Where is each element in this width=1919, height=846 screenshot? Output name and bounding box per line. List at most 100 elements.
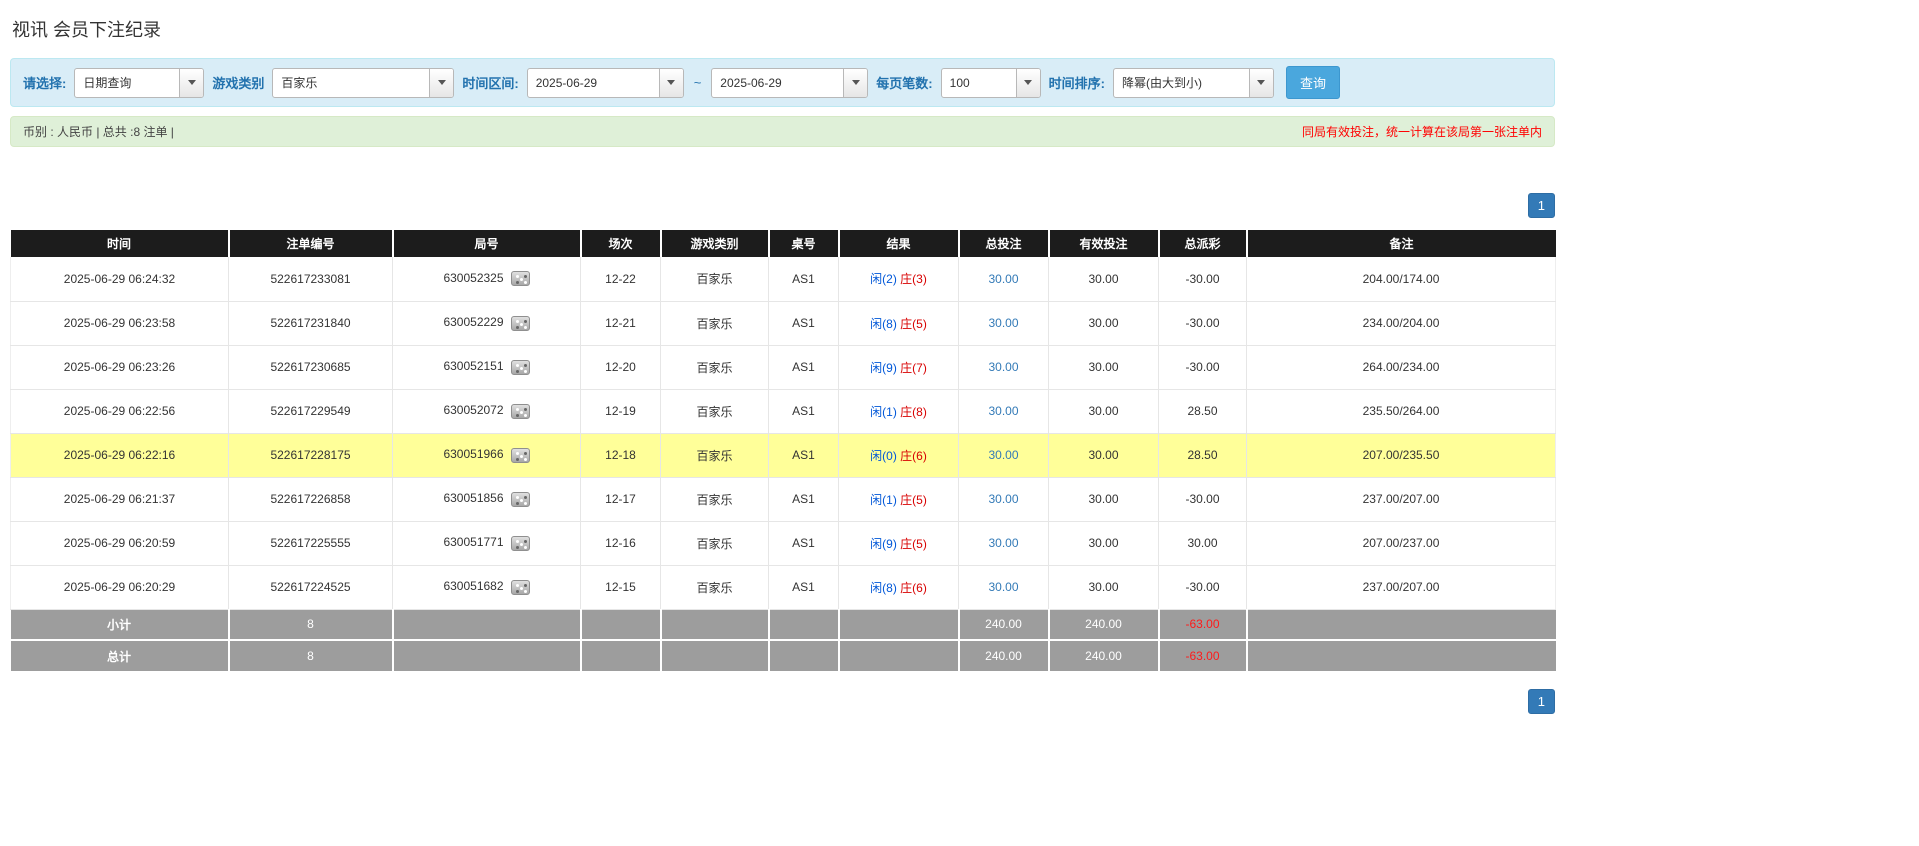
cell-valid-bet: 30.00	[1048, 389, 1159, 434]
cell-time: 2025-06-29 06:22:56	[10, 389, 229, 434]
cell-payout: -30.00	[1158, 565, 1247, 610]
date-from-select[interactable]: 2025-06-29	[526, 67, 684, 98]
cell-round-no: 630051682	[392, 565, 581, 610]
dice-icon[interactable]	[510, 271, 530, 287]
date-to-value: 2025-06-29	[720, 75, 782, 90]
cell-game-type: 百家乐	[660, 345, 769, 390]
sort-label: 时间排序:	[1048, 76, 1105, 91]
cell-payout: -30.00	[1158, 301, 1247, 346]
table-row: 2025-06-29 06:20:29 522617224525 6300516…	[10, 565, 1556, 610]
cell-valid-bet: 30.00	[1048, 477, 1159, 522]
cell-table-no: AS1	[768, 389, 839, 434]
col-header-total-bet: 总投注	[957, 230, 1049, 257]
date-to-select[interactable]: 2025-06-29	[711, 67, 869, 98]
grand-total-valid-bet: 240.00	[1047, 639, 1159, 671]
subtotal-label: 小计	[10, 609, 229, 640]
cell-result: 闲(1) 庄(8)	[838, 389, 959, 434]
cell-bet-no: 522617226858	[228, 477, 393, 522]
result-player: 闲(0)	[870, 448, 897, 463]
total-bet-link[interactable]: 30.00	[988, 360, 1018, 374]
total-bet-link[interactable]: 30.00	[988, 536, 1018, 550]
cell-payout: -30.00	[1158, 257, 1247, 302]
cell-valid-bet: 30.00	[1048, 301, 1159, 346]
table-row: 2025-06-29 06:21:37 522617226858 6300518…	[10, 477, 1556, 522]
page-button-1[interactable]: 1	[1527, 689, 1555, 714]
grand-total-row: 总计 8 240.00 240.00 -63.00	[10, 639, 1556, 671]
query-type-select[interactable]: 日期查询	[74, 67, 205, 98]
total-bet-link[interactable]: 30.00	[988, 316, 1018, 330]
page-size-value: 100	[949, 75, 970, 90]
query-type-value: 日期查询	[83, 76, 132, 90]
round-no-value: 630051771	[443, 535, 504, 550]
grand-total-count: 8	[227, 639, 393, 671]
search-button[interactable]: 查询	[1285, 66, 1340, 99]
cell-time: 2025-06-29 06:21:37	[10, 477, 229, 522]
col-header-table-no: 桌号	[767, 230, 839, 257]
cell-table-no: AS1	[768, 521, 839, 566]
bet-records-table: 时间 注单编号 局号 场次 游戏类别 桌号 结果 总投注 有效投注 总派彩 备注…	[10, 230, 1556, 671]
round-no-value: 630051856	[443, 491, 504, 506]
page-button-1[interactable]: 1	[1527, 193, 1555, 218]
sort-select[interactable]: 降幂(由大到小)	[1112, 67, 1274, 98]
dice-icon[interactable]	[510, 403, 530, 419]
col-header-payout: 总派彩	[1157, 230, 1247, 257]
cell-time: 2025-06-29 06:23:58	[10, 301, 229, 346]
caret-down-icon[interactable]	[658, 68, 683, 97]
caret-down-icon[interactable]	[179, 68, 204, 97]
subtotal-total-bet: 240.00	[957, 609, 1049, 640]
cell-payout: 30.00	[1158, 521, 1247, 566]
cell-valid-bet: 30.00	[1048, 565, 1159, 610]
total-bet-link[interactable]: 30.00	[988, 492, 1018, 506]
dice-icon[interactable]	[510, 579, 530, 595]
cell-total-bet: 30.00	[958, 257, 1049, 302]
result-banker: 庄(5)	[900, 536, 927, 551]
cell-time: 2025-06-29 06:20:29	[10, 565, 229, 610]
total-bet-link[interactable]: 30.00	[988, 404, 1018, 418]
result-player: 闲(2)	[870, 272, 897, 287]
caret-down-icon[interactable]	[1015, 68, 1040, 97]
caret-down-icon[interactable]	[843, 68, 868, 97]
cell-round-no: 630051771	[392, 521, 581, 566]
caret-down-icon[interactable]	[429, 68, 454, 97]
total-bet-link[interactable]: 30.00	[988, 272, 1018, 286]
cell-remark: 207.00/235.50	[1246, 433, 1556, 478]
round-no-value: 630051682	[443, 579, 504, 594]
game-type-select[interactable]: 百家乐	[272, 67, 455, 98]
result-banker: 庄(5)	[900, 492, 927, 507]
dice-icon[interactable]	[510, 535, 530, 551]
cell-time: 2025-06-29 06:23:26	[10, 345, 229, 390]
dice-icon[interactable]	[510, 359, 530, 375]
total-bet-link[interactable]: 30.00	[988, 448, 1018, 462]
cell-total-bet: 30.00	[958, 477, 1049, 522]
dice-icon[interactable]	[510, 491, 530, 507]
cell-round-no: 630051856	[392, 477, 581, 522]
cell-total-bet: 30.00	[958, 389, 1049, 434]
cell-game-type: 百家乐	[660, 477, 769, 522]
dice-icon[interactable]	[510, 447, 530, 463]
filter-bar: 请选择: 日期查询 游戏类别 百家乐 时间区间: 2025-06-29 ~ 20…	[10, 58, 1555, 107]
page-size-select[interactable]: 100	[940, 67, 1041, 98]
cell-payout: 28.50	[1158, 433, 1247, 478]
result-banker: 庄(6)	[900, 448, 927, 463]
game-type-label: 游戏类别	[212, 76, 265, 91]
result-player: 闲(8)	[870, 580, 897, 595]
total-bet-link[interactable]: 30.00	[988, 580, 1018, 594]
dice-icon[interactable]	[510, 315, 530, 331]
cell-bet-no: 522617233081	[228, 257, 393, 302]
result-player: 闲(9)	[870, 360, 897, 375]
table-row: 2025-06-29 06:23:58 522617231840 6300522…	[10, 301, 1556, 346]
cell-result: 闲(9) 庄(7)	[838, 345, 959, 390]
cell-game-type: 百家乐	[660, 565, 769, 610]
time-range-label: 时间区间:	[462, 76, 519, 91]
cell-round-no: 630052325	[392, 257, 581, 302]
cell-remark: 235.50/264.00	[1246, 389, 1556, 434]
cell-result: 闲(8) 庄(5)	[838, 301, 959, 346]
table-row: 2025-06-29 06:20:59 522617225555 6300517…	[10, 521, 1556, 566]
result-player: 闲(8)	[870, 316, 897, 331]
cell-remark: 237.00/207.00	[1246, 565, 1556, 610]
result-banker: 庄(8)	[900, 404, 927, 419]
sort-value: 降幂(由大到小)	[1121, 76, 1202, 90]
cell-bet-no: 522617229549	[228, 389, 393, 434]
caret-down-icon[interactable]	[1248, 68, 1273, 97]
info-bar: 币别 : 人民币 | 总共 :8 注单 | 同局有效投注，统一计算在该局第一张注…	[10, 116, 1555, 147]
